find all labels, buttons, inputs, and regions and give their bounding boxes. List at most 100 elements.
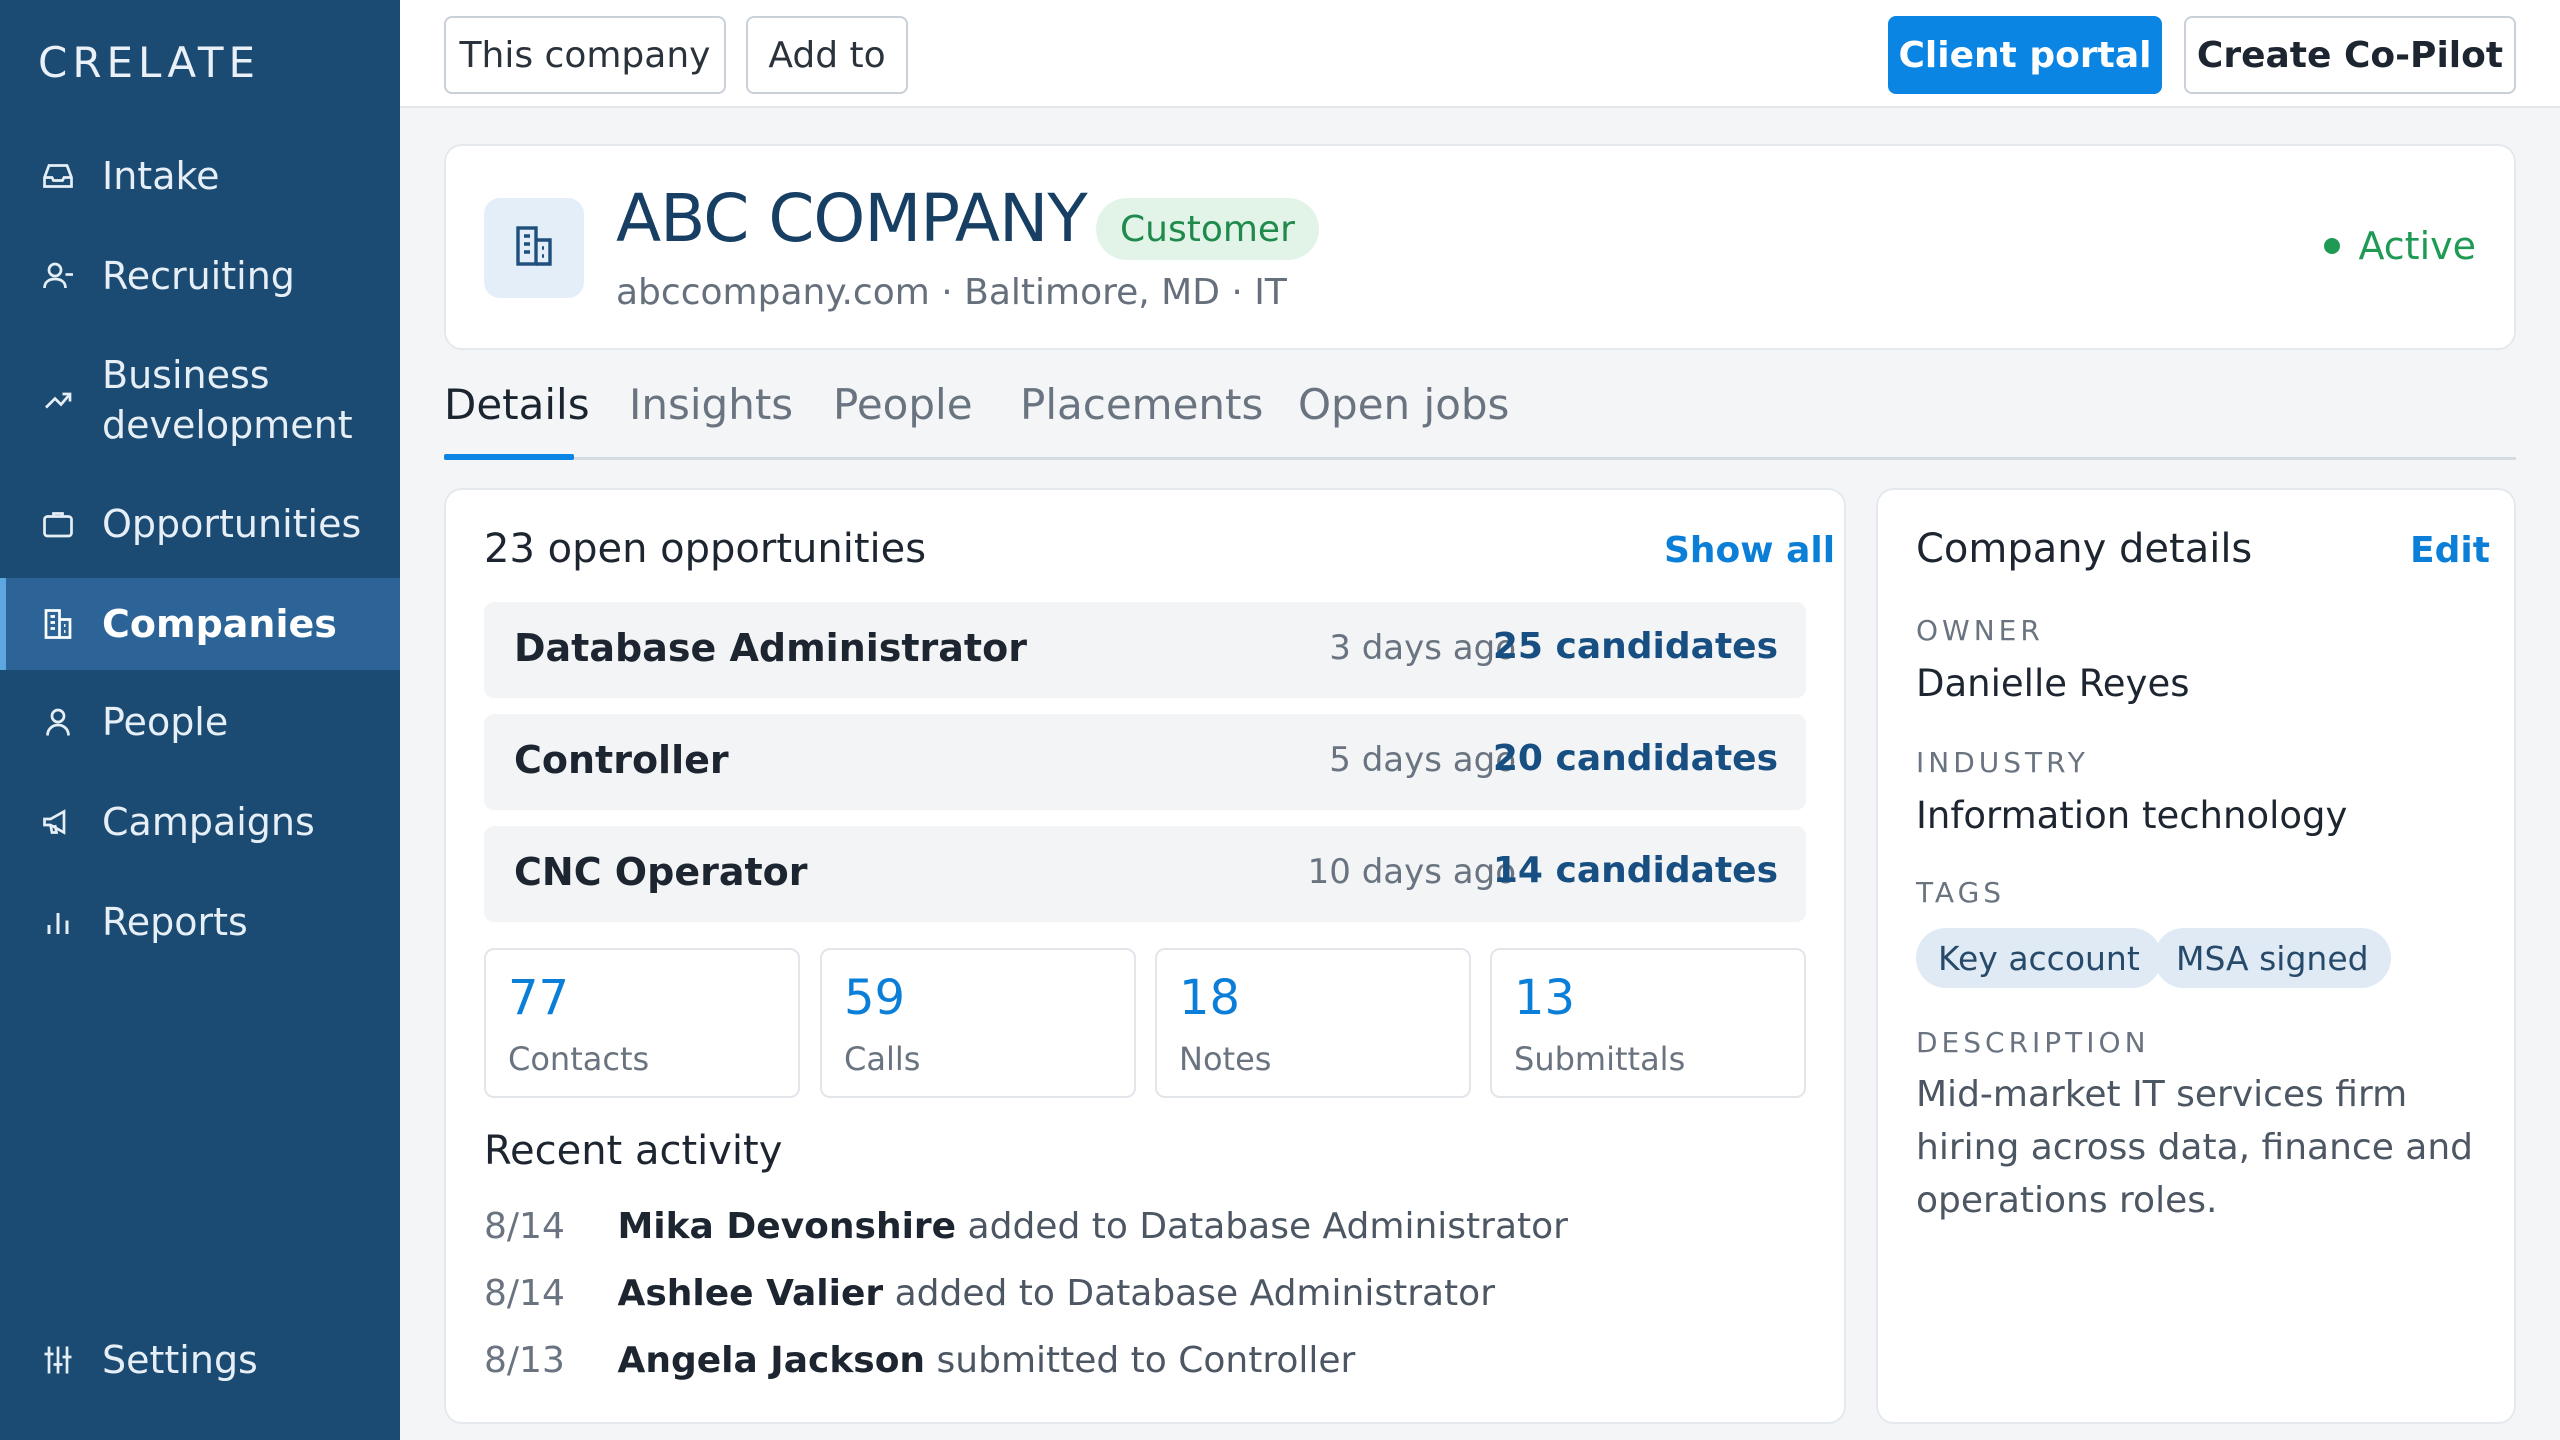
sidebar-item-label: Reports	[102, 900, 248, 944]
customer-badge: Customer	[1096, 198, 1319, 260]
opportunity-row[interactable]: Database Administrator 3 days ago 25 can…	[484, 602, 1806, 698]
activity-date: 8/13	[484, 1340, 565, 1381]
sidebar-item-settings[interactable]: Settings	[0, 1314, 400, 1406]
industry-value: Information technology	[1916, 794, 2348, 837]
tab-label: Details	[444, 380, 590, 429]
activity-person-link[interactable]: Angela Jackson	[617, 1340, 925, 1381]
sliders-icon	[38, 1340, 78, 1380]
sidebar-item-campaigns[interactable]: Campaigns	[0, 776, 400, 868]
tag-chip[interactable]: Key account	[1916, 928, 2162, 988]
stat-submittals[interactable]: 13 Submittals	[1490, 948, 1806, 1098]
top-toolbar: This company Add to Client portal Create…	[400, 0, 2560, 108]
edit-link[interactable]: Edit	[2410, 530, 2490, 571]
opportunity-age: 5 days ago	[1329, 740, 1516, 780]
company-meta: abccompany.com · Baltimore, MD · IT	[616, 272, 1287, 313]
opportunity-row[interactable]: Controller 5 days ago 20 candidates	[484, 714, 1806, 810]
sidebar-item-label: Campaigns	[102, 800, 315, 844]
status-indicator: Active	[2324, 224, 2476, 268]
activity-text: submitted to Controller	[936, 1340, 1356, 1381]
owner-value: Danielle Reyes	[1916, 662, 2190, 705]
tags-label: TAGS	[1916, 876, 2006, 909]
client-portal-button[interactable]: Client portal	[1888, 16, 2162, 94]
stat-label: Calls	[844, 1040, 921, 1078]
user-icon	[38, 256, 78, 296]
opportunity-age: 3 days ago	[1329, 628, 1516, 668]
status-label: Active	[2358, 224, 2476, 268]
stat-label: Contacts	[508, 1040, 650, 1078]
sidebar-item-reports[interactable]: Reports	[0, 876, 400, 968]
status-dot-icon	[2324, 238, 2341, 254]
tab-people[interactable]: People	[833, 380, 973, 429]
app-logo[interactable]: CRELATE	[38, 38, 260, 87]
tag-chip[interactable]: MSA signed	[2154, 928, 2391, 988]
tab-placements[interactable]: Placements	[1020, 380, 1263, 429]
sidebar-item-opportunities[interactable]: Opportunities	[0, 478, 400, 570]
sidebar-item-label: Intake	[102, 154, 220, 198]
active-tab-indicator	[444, 454, 574, 460]
tab-bar: Details Insights People Placements Open …	[444, 370, 2516, 460]
industry-label: INDUSTRY	[1916, 746, 2089, 779]
stat-contacts[interactable]: 77 Contacts	[484, 948, 800, 1098]
opportunity-title: Database Administrator	[514, 626, 1027, 670]
add-to-button[interactable]: Add to	[746, 16, 908, 94]
bar-chart-icon	[38, 902, 78, 942]
building-icon	[38, 604, 78, 644]
activity-person-link[interactable]: Ashlee Valier	[617, 1273, 883, 1314]
stat-label: Notes	[1179, 1040, 1272, 1078]
owner-label: OWNER	[1916, 614, 2044, 647]
opportunity-age: 10 days ago	[1307, 852, 1516, 892]
tab-open-jobs[interactable]: Open jobs	[1298, 380, 1509, 429]
recent-activity-title: Recent activity	[484, 1128, 783, 1174]
opportunities-title: 23 open opportunities	[484, 526, 927, 572]
sidebar-item-label: Opportunities	[102, 502, 362, 546]
company-name: ABC COMPANY	[616, 180, 1088, 257]
activity-text: added to Database Administrator	[967, 1206, 1568, 1247]
stat-value: 59	[844, 970, 906, 1026]
create-copilot-button[interactable]: Create Co-Pilot	[2184, 16, 2516, 94]
sidebar-item-people[interactable]: People	[0, 676, 400, 768]
opportunity-candidates-link[interactable]: 14 candidates	[1493, 850, 1778, 891]
opportunity-title: CNC Operator	[514, 850, 808, 894]
stat-value: 18	[1179, 970, 1241, 1026]
tab-details[interactable]: Details	[444, 380, 590, 429]
company-avatar	[484, 198, 584, 298]
activity-text: added to Database Administrator	[894, 1273, 1495, 1314]
sidebar-item-recruiting[interactable]: Recruiting	[0, 230, 400, 322]
stat-notes[interactable]: 18 Notes	[1155, 948, 1471, 1098]
description-label: DESCRIPTION	[1916, 1026, 2150, 1059]
sidebar-item-label: Recruiting	[102, 254, 295, 298]
inbox-icon	[38, 156, 78, 196]
opportunity-row[interactable]: CNC Operator 10 days ago 14 candidates	[484, 826, 1806, 922]
company-details-title: Company details	[1916, 526, 2253, 572]
sidebar-item-business-development[interactable]: Business development	[0, 335, 400, 465]
trend-up-icon	[38, 380, 78, 420]
sidebar: CRELATE Intake Recruiting Business devel…	[0, 0, 400, 1440]
sidebar-item-companies[interactable]: Companies	[0, 578, 400, 670]
description-text: Mid-market IT services firm hiring acros…	[1916, 1074, 2474, 1221]
opportunity-title: Controller	[514, 738, 729, 782]
stat-value: 77	[508, 970, 570, 1026]
person-icon	[38, 702, 78, 742]
opportunity-candidates-link[interactable]: 20 candidates	[1493, 738, 1778, 779]
activity-date: 8/14	[484, 1273, 565, 1314]
activity-date: 8/14	[484, 1206, 565, 1247]
stat-value: 13	[1514, 970, 1576, 1026]
sidebar-item-label: Business development	[102, 353, 353, 447]
activity-item: 8/13 Angela Jackson submitted to Control…	[484, 1340, 1355, 1381]
activity-item: 8/14 Ashlee Valier added to Database Adm…	[484, 1273, 1495, 1314]
megaphone-icon	[38, 802, 78, 842]
stat-label: Submittals	[1514, 1040, 1686, 1078]
activity-person-link[interactable]: Mika Devonshire	[617, 1206, 956, 1247]
briefcase-icon	[38, 504, 78, 544]
sidebar-item-intake[interactable]: Intake	[0, 130, 400, 222]
sidebar-item-label: Companies	[102, 602, 337, 646]
stat-calls[interactable]: 59 Calls	[820, 948, 1136, 1098]
sidebar-item-label: Settings	[102, 1338, 258, 1382]
building-icon	[510, 222, 558, 274]
show-all-link[interactable]: Show all	[1664, 530, 1835, 571]
this-company-button[interactable]: This company	[444, 16, 726, 94]
sidebar-item-label: People	[102, 700, 229, 744]
activity-item: 8/14 Mika Devonshire added to Database A…	[484, 1206, 1568, 1247]
opportunity-candidates-link[interactable]: 25 candidates	[1493, 626, 1778, 667]
tab-insights[interactable]: Insights	[629, 380, 793, 429]
